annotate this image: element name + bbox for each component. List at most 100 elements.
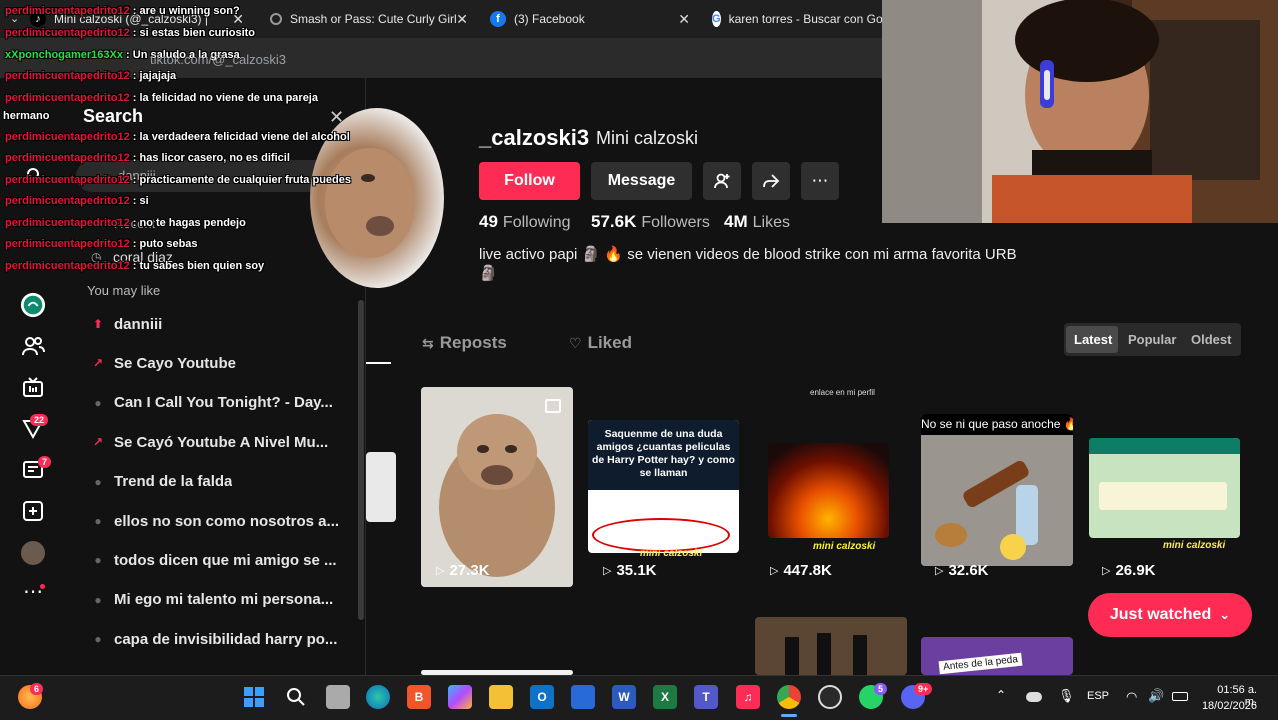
file-explorer-icon[interactable] [489, 685, 513, 709]
brave-icon[interactable]: B [407, 685, 431, 709]
task-view-icon[interactable] [326, 685, 350, 709]
followers-stat[interactable]: 57.6K Followers [591, 212, 710, 232]
tab-facebook[interactable]: f (3) Facebook ✕ [490, 6, 690, 32]
play-icon: ▷ [436, 565, 445, 577]
follow-button[interactable]: Follow [479, 162, 580, 200]
sort-latest-button[interactable]: Latest [1074, 332, 1112, 347]
search-suggestion[interactable]: ● Mi ego mi talento mi persona... [90, 588, 340, 612]
video-card[interactable] [1089, 438, 1240, 538]
following-icon[interactable] [20, 333, 46, 359]
outlook-icon[interactable]: O [530, 685, 554, 709]
chat-username: perdimicuentapedrito12 [5, 5, 130, 17]
video-title-overlay: No se ni que paso anoche 🔥 [921, 414, 1073, 435]
windows-start-icon[interactable] [242, 685, 266, 709]
search-panel-scrollbar[interactable] [358, 300, 364, 620]
chat-username: perdimicuentapedrito12 [5, 260, 130, 272]
chat-text: : no te hagas pendejo [129, 217, 246, 229]
views-count: 26.9K [1115, 562, 1156, 579]
dot-icon: ● [94, 395, 102, 410]
teams-icon[interactable]: T [694, 685, 718, 709]
chat-username: perdimicuentapedrito12 [5, 70, 130, 82]
video-views: ▷ 27.3K [436, 562, 490, 579]
search-suggestion[interactable]: ↗ Se Cayo Youtube [90, 351, 340, 375]
suggestion-label: Se Cayó Youtube A Nivel Mu... [114, 433, 329, 451]
video-card[interactable] [421, 387, 573, 587]
whatsapp-badge: 5 [874, 683, 888, 695]
word-icon[interactable]: W [612, 685, 636, 709]
video-card[interactable]: Antes de la peda [921, 637, 1073, 675]
close-tab-icon[interactable]: ✕ [456, 11, 468, 28]
chat-message: perdimicuentapedrito12 : no te hagas pen… [5, 217, 246, 229]
tab-liked[interactable]: ♡ Liked [569, 333, 632, 353]
video-card[interactable]: Saquenme de una duda amigos ¿cuantas pel… [588, 420, 739, 553]
profile-nickname: Mini calzoski [596, 128, 699, 148]
microphone-icon[interactable]: 🎙 [1058, 688, 1075, 704]
sort-oldest-button[interactable]: Oldest [1191, 332, 1231, 347]
wifi-icon[interactable]: ◠ [1126, 689, 1137, 705]
profile-avatar[interactable] [20, 540, 46, 566]
loading-icon [270, 13, 282, 25]
address-bar-url[interactable]: tiktok.com/@_calzoski3 [150, 52, 286, 67]
video-card[interactable]: No se ni que paso anoche 🔥 [921, 414, 1073, 566]
store-icon[interactable] [571, 685, 595, 709]
tab-reposts[interactable]: ⇆ Reposts [422, 333, 507, 353]
following-count: 49 [479, 212, 498, 231]
chat-username: perdimicuentapedrito12 [5, 152, 130, 164]
video-card-partial[interactable] [366, 452, 396, 522]
following-stat[interactable]: 49 Following [479, 212, 571, 232]
chat-message: perdimicuentapedrito12 : jajajaja [5, 70, 176, 82]
followers-count: 57.6K [591, 212, 637, 231]
obs-icon[interactable] [818, 685, 842, 709]
chrome-icon[interactable] [777, 685, 801, 709]
share-button[interactable] [752, 162, 790, 200]
chat-message: perdimicuentapedrito12 : tu sabes bien q… [5, 260, 264, 272]
video-card[interactable] [768, 443, 889, 538]
suggestion-label: todos dicen que mi amigo se ... [114, 551, 337, 569]
search-suggestion[interactable]: ● Trend de la falda [90, 470, 340, 494]
tab-google-search[interactable]: G karen torres - Buscar con Goo [712, 6, 882, 32]
live-icon[interactable] [20, 374, 46, 400]
search-suggestion[interactable]: ● ellos no son como nosotros a... [90, 509, 340, 533]
upload-icon[interactable] [20, 498, 46, 524]
excel-icon[interactable]: X [653, 685, 677, 709]
tab-title: Smash or Pass: Cute Curly Girl - [290, 12, 465, 26]
search-suggestion[interactable]: ● Can I Call You Tonight? - Day... [90, 391, 340, 415]
discord-badge: 9+ [914, 683, 933, 695]
chat-message: hermano [3, 110, 49, 122]
tiktok-logo-icon[interactable] [20, 292, 46, 318]
tab-smash-or-pass[interactable]: Smash or Pass: Cute Curly Girl - ✕ [270, 6, 468, 32]
input-language[interactable]: ESP [1087, 690, 1109, 702]
search-suggestion[interactable]: ● capa de invisibilidad harry po... [90, 627, 340, 651]
more-icon[interactable]: ⋯ [20, 578, 46, 604]
battery-icon[interactable] [1172, 692, 1188, 701]
suggestion-label: ellos no son como nosotros a... [114, 512, 340, 530]
clock-date[interactable]: 18/02/2026 [1200, 700, 1257, 712]
search-icon[interactable] [284, 685, 308, 709]
search-suggestion[interactable]: ⬆ danniii [90, 312, 340, 336]
add-friend-button[interactable] [703, 162, 741, 200]
suggestion-label: Mi ego mi talento mi persona... [114, 591, 334, 609]
dot-icon: ● [94, 514, 102, 528]
sort-popular-button[interactable]: Popular [1128, 332, 1176, 347]
volume-icon[interactable]: 🔊 [1148, 688, 1164, 704]
edge-icon[interactable] [366, 685, 390, 709]
close-tab-icon[interactable]: ✕ [678, 11, 690, 28]
more-options-button[interactable]: ⋯ [801, 162, 839, 200]
music-icon[interactable]: ♫ [736, 685, 760, 709]
search-suggestion[interactable]: ● todos dicen que mi amigo se ... [90, 548, 340, 572]
heart-lock-icon: ♡ [569, 334, 582, 351]
video-watermark: mini calzoski [1163, 540, 1226, 551]
just-watched-button[interactable]: Just watched ⌄ [1088, 593, 1252, 637]
share-icon [763, 174, 780, 188]
chat-username: perdimicuentapedrito12 [5, 195, 130, 207]
copilot-icon[interactable] [448, 685, 472, 709]
chat-bubble [1099, 482, 1227, 510]
tray-chevron-icon[interactable]: ⌃ [996, 688, 1006, 702]
search-suggestion[interactable]: ↗ Se Cayó Youtube A Nivel Mu... [90, 430, 340, 454]
inbox-badge: 22 [30, 414, 49, 426]
active-tab-indicator [366, 362, 391, 364]
onedrive-icon[interactable] [1026, 692, 1042, 702]
message-button[interactable]: Message [591, 162, 692, 200]
video-card[interactable] [755, 617, 907, 675]
chat-username: perdimicuentapedrito12 [5, 238, 130, 250]
